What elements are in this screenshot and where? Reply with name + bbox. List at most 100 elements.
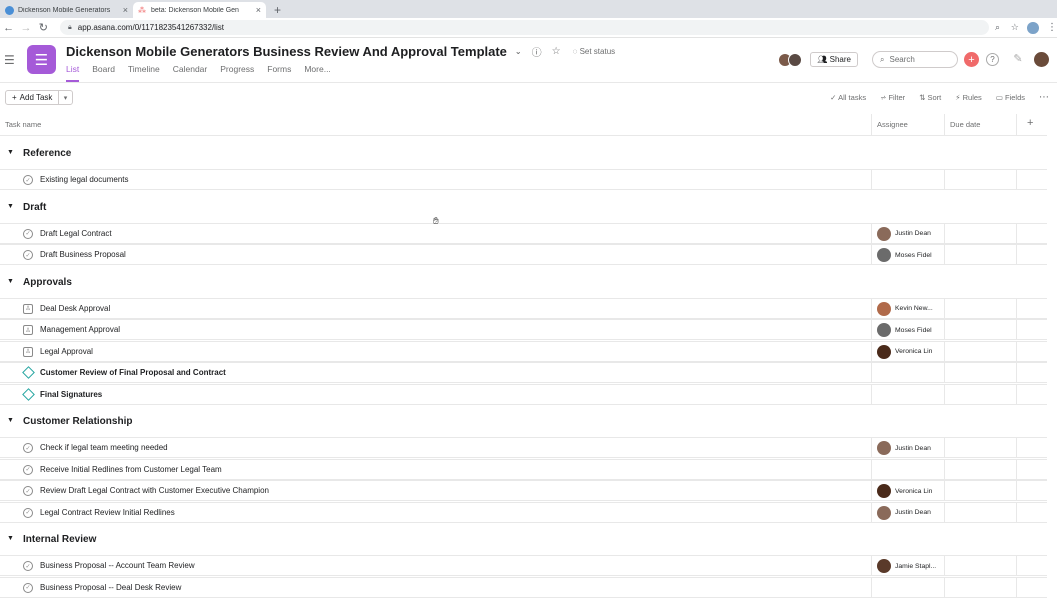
task-name[interactable]: Legal Contract Review Initial Redlines — [40, 508, 175, 517]
task-name[interactable]: Existing legal documents — [40, 175, 129, 184]
complete-check-icon[interactable]: ✓ — [23, 443, 33, 453]
task-name[interactable]: Deal Desk Approval — [40, 304, 110, 313]
assignee-cell[interactable]: Kevin New... — [877, 301, 939, 316]
section-header[interactable]: ▼ Reference — [0, 137, 1047, 169]
approval-icon[interactable]: ♙ — [23, 325, 33, 335]
help-icon[interactable]: ? — [986, 53, 999, 66]
tab-board[interactable]: Board — [92, 64, 115, 82]
new-tab-icon[interactable]: + — [274, 3, 281, 17]
more-options-icon[interactable]: ⋯ — [1039, 92, 1049, 103]
task-row[interactable]: ✓ Review Draft Legal Contract with Custom… — [0, 480, 1047, 501]
approval-icon[interactable]: ♙ — [23, 346, 33, 357]
milestone-icon[interactable] — [22, 387, 35, 401]
task-row[interactable]: ✓ Check if legal team meeting needed Justi… — [0, 437, 1047, 458]
add-column-icon[interactable]: + — [1027, 117, 1033, 129]
collapse-triangle-icon[interactable]: ▼ — [7, 203, 14, 210]
task-name[interactable]: Review Draft Legal Contract with Custome… — [40, 486, 269, 495]
star-icon[interactable]: ☆ — [552, 46, 561, 57]
complete-check-icon[interactable]: ✓ — [23, 250, 33, 260]
task-row[interactable]: ✓ Business Proposal -- Account Team Revie… — [0, 555, 1047, 576]
task-row[interactable]: ♙ Deal Desk Approval Kevin New... — [0, 297, 1047, 319]
tab-timeline[interactable]: Timeline — [128, 64, 160, 82]
upgrade-illustration-icon[interactable]: ✎ — [1006, 52, 1030, 68]
zoom-icon[interactable]: ⌕ — [989, 22, 1006, 33]
tab-progress[interactable]: Progress — [220, 64, 254, 82]
assignee-cell[interactable]: Veronica Lin — [877, 344, 939, 359]
add-task-dropdown-icon[interactable]: ▾ — [58, 90, 73, 105]
back-icon[interactable]: ← — [0, 22, 17, 34]
quick-add-button[interactable]: + — [964, 52, 979, 67]
filter-button[interactable]: ⩫ Filter — [880, 93, 905, 102]
project-list-icon[interactable]: ☰ — [27, 45, 56, 74]
browser-tab[interactable]: Dickenson Mobile Generators × — [0, 2, 133, 18]
user-avatar[interactable] — [1034, 52, 1049, 67]
collapse-triangle-icon[interactable]: ▼ — [7, 149, 14, 156]
complete-check-icon[interactable]: ✓ — [23, 507, 33, 518]
column-due-date[interactable]: Due date — [950, 120, 980, 129]
milestone-icon[interactable] — [22, 366, 35, 379]
complete-check-icon[interactable]: ✓ — [23, 561, 33, 571]
section-name[interactable]: Customer Relationship — [23, 416, 132, 427]
task-name[interactable]: Final Signatures — [40, 390, 102, 399]
url-field[interactable]: 🔒︎ app.asana.com/0/1171823541267332/list — [60, 20, 989, 35]
section-header[interactable]: ▼ Approvals — [0, 266, 1047, 298]
rules-button[interactable]: ⚡︎ Rules — [955, 93, 982, 102]
search-input[interactable]: ⌕ Search — [872, 51, 958, 68]
task-name[interactable]: Receive Initial Redlines from Customer L… — [40, 465, 222, 474]
section-name[interactable]: Approvals — [23, 277, 72, 288]
browser-profile-avatar[interactable] — [1027, 21, 1040, 34]
task-name[interactable]: Customer Review of Final Proposal and Co… — [40, 368, 226, 377]
share-button[interactable]: 👥︎ Share — [810, 52, 858, 67]
tab-calendar[interactable]: Calendar — [173, 64, 208, 82]
assignee-cell[interactable]: Justin Dean — [877, 505, 939, 520]
collapse-triangle-icon[interactable]: ▼ — [7, 535, 14, 542]
assignee-cell[interactable]: Jamie Stapl... — [877, 559, 939, 573]
complete-check-icon[interactable]: ✓ — [23, 175, 33, 185]
info-icon[interactable]: ⓘ — [532, 44, 542, 59]
task-row[interactable]: ✓ Legal Contract Review Initial Redlines J… — [0, 501, 1047, 523]
browser-menu-icon[interactable]: ⋮ — [1047, 22, 1057, 33]
section-header[interactable]: ▼ Draft — [0, 191, 1047, 223]
task-row[interactable]: ♙ Management Approval Moses Fidel — [0, 319, 1047, 340]
task-row[interactable]: ✓ Business Proposal -- Deal Desk Review — [0, 576, 1047, 598]
task-name[interactable]: Business Proposal -- Deal Desk Review — [40, 583, 181, 592]
set-status-button[interactable]: ◌ Set status — [573, 47, 616, 56]
assignee-cell[interactable]: Justin Dean — [877, 226, 939, 241]
task-row[interactable]: ✓ Existing legal documents — [0, 169, 1047, 190]
section-header[interactable]: ▼ Customer Relationship — [0, 405, 1047, 437]
fields-button[interactable]: ▭ Fields — [996, 93, 1025, 102]
collapse-triangle-icon[interactable]: ▼ — [7, 278, 14, 285]
task-name[interactable]: Legal Approval — [40, 347, 93, 356]
tab-list[interactable]: List — [66, 64, 80, 82]
section-name[interactable]: Reference — [23, 148, 71, 159]
assignee-cell[interactable]: Moses Fidel — [877, 323, 939, 337]
task-name[interactable]: Draft Legal Contract — [40, 229, 112, 238]
tab-forms[interactable]: Forms — [267, 64, 291, 82]
chevron-down-icon[interactable]: ⌄ — [515, 47, 522, 56]
add-task-button[interactable]: + Add Task — [5, 90, 60, 105]
task-row[interactable]: Customer Review of Final Proposal and Co… — [0, 362, 1047, 383]
task-row[interactable]: ✓ Receive Initial Redlines from Customer … — [0, 458, 1047, 480]
assignee-cell[interactable]: Moses Fidel — [877, 248, 939, 262]
task-name[interactable]: Check if legal team meeting needed — [40, 443, 168, 452]
column-task-name[interactable]: Task name — [5, 120, 41, 129]
close-tab-icon[interactable]: × — [123, 5, 128, 15]
section-name[interactable]: Internal Review — [23, 534, 96, 545]
section-name[interactable]: Draft — [23, 202, 46, 213]
collapse-triangle-icon[interactable]: ▼ — [7, 417, 14, 424]
bookmark-star-icon[interactable]: ☆ — [1006, 22, 1023, 33]
close-tab-icon[interactable]: × — [256, 5, 261, 15]
task-row[interactable]: ✓ Draft Business Proposal Moses Fidel — [0, 244, 1047, 265]
tab-more[interactable]: More... — [304, 64, 330, 82]
assignee-cell[interactable]: Veronica Lin — [877, 484, 939, 498]
task-row[interactable]: Final Signatures — [0, 383, 1047, 405]
task-name[interactable]: Management Approval — [40, 325, 120, 334]
sort-button[interactable]: ⇅ Sort — [919, 93, 941, 102]
member-avatar[interactable] — [788, 52, 803, 67]
browser-tab-active[interactable]: ⁂ beta: Dickenson Mobile Gen × — [133, 2, 266, 18]
complete-check-icon[interactable]: ✓ — [23, 582, 33, 593]
task-row[interactable]: ♙ Legal Approval Veronica Lin — [0, 340, 1047, 362]
assignee-cell[interactable]: Justin Dean — [877, 441, 939, 455]
task-row[interactable]: ✓ Draft Legal Contract Justin Dean — [0, 222, 1047, 244]
all-tasks-button[interactable]: ✓ All tasks — [830, 93, 866, 102]
